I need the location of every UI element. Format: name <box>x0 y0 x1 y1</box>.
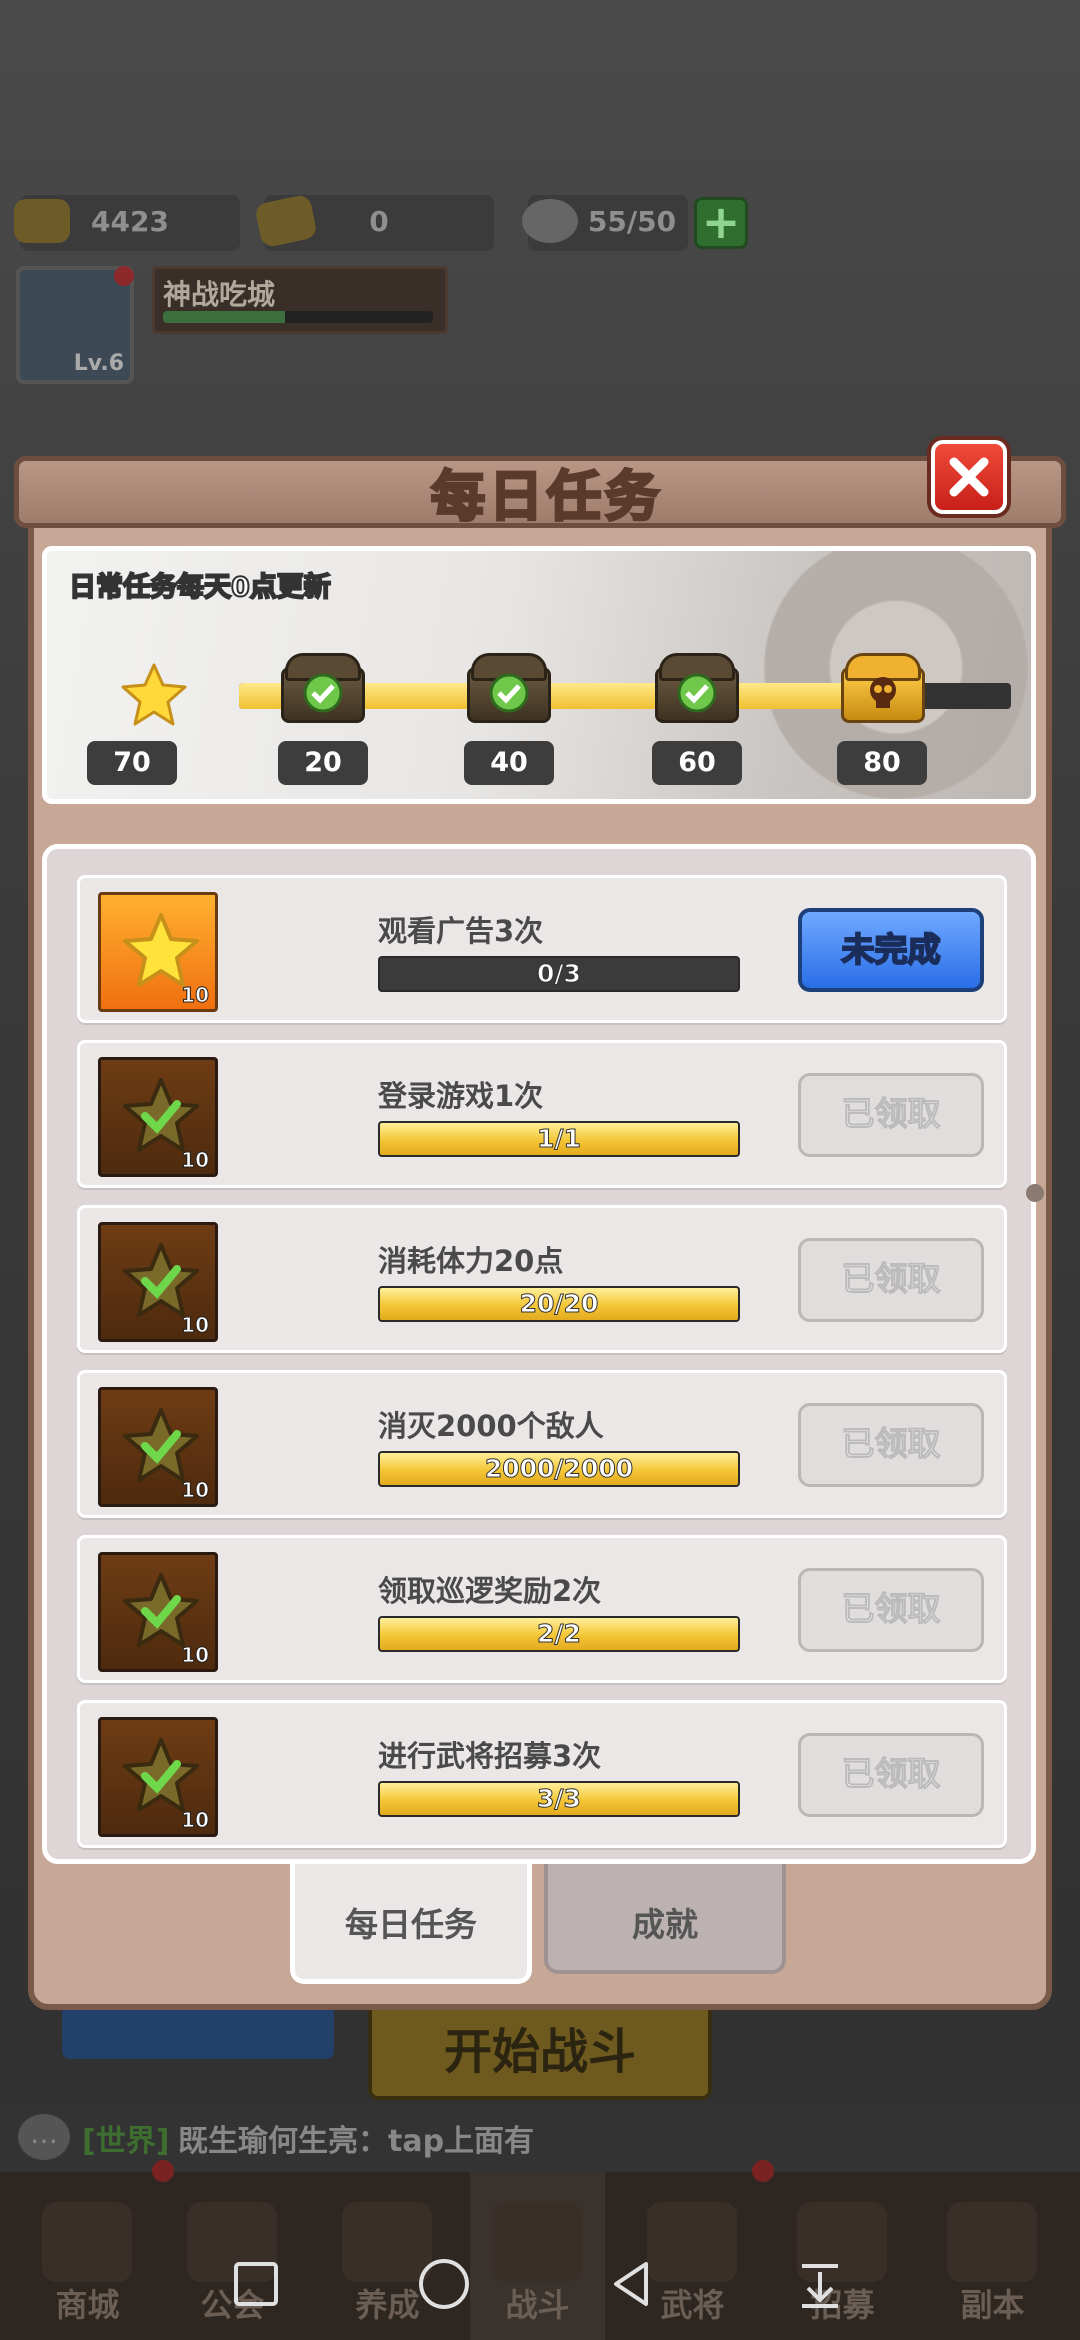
milestone-chest-80[interactable] <box>841 649 925 723</box>
title-plate: 每日任务 <box>360 452 734 538</box>
task-name: 进行武将招募3次 <box>378 1739 602 1773</box>
reward-star-icon: 10 <box>98 1057 218 1177</box>
reward-quantity: 10 <box>181 1478 210 1503</box>
claimed-button[interactable]: 已领取 <box>798 1733 984 1817</box>
claimed-button[interactable]: 已领取 <box>798 1403 984 1487</box>
player-name-box: 神战吃城 <box>152 266 448 334</box>
home-button[interactable] <box>412 2252 476 2316</box>
close-button[interactable] <box>931 440 1007 514</box>
system-nav-bar <box>0 2230 1080 2340</box>
task-row: 10 观看广告3次 0/3 未完成 <box>77 875 1007 1023</box>
task-name: 观看广告3次 <box>378 914 544 948</box>
milestone-chest-20[interactable] <box>281 649 365 723</box>
daily-tasks-dialog: 每日任务 日常任务每天0点更新 70 20 40 60 80 10 观看广告3次… <box>14 440 1066 2010</box>
reward-quantity: 10 <box>181 1313 210 1338</box>
star-icon <box>123 913 199 987</box>
chat-bubble-icon: … <box>18 2114 70 2160</box>
reward-star-icon: 10 <box>98 1387 218 1507</box>
reward-star-icon: 10 <box>98 1717 218 1837</box>
start-battle-button: 开始战斗 <box>368 2000 712 2100</box>
tab-achievements[interactable]: 成就 <box>544 1864 786 1974</box>
add-stamina-button[interactable]: + <box>694 197 748 249</box>
scroll-indicator <box>1026 1184 1044 1202</box>
check-icon <box>141 1430 181 1464</box>
task-progress-bar: 3/3 <box>378 1781 740 1817</box>
milestone-points: 60 <box>652 741 742 785</box>
task-progress-text: 2/2 <box>537 1619 582 1649</box>
reward-star-icon: 10 <box>98 892 218 1012</box>
check-icon <box>141 1760 181 1794</box>
task-progress-bar: 2/2 <box>378 1616 740 1652</box>
skull-icon <box>859 669 907 717</box>
task-name: 领取巡逻奖励2次 <box>378 1574 602 1608</box>
ticket-value: 0 <box>369 205 389 238</box>
milestone-chest-60[interactable] <box>655 649 739 723</box>
check-icon <box>299 669 347 717</box>
milestone-points: 20 <box>278 741 368 785</box>
task-progress-bar: 0/3 <box>378 956 740 992</box>
task-progress-text: 0/3 <box>537 959 582 989</box>
task-progress-bar: 20/20 <box>378 1286 740 1322</box>
reward-quantity: 10 <box>181 1148 210 1173</box>
reward-quantity: 10 <box>181 983 210 1008</box>
star-points-icon <box>121 663 187 726</box>
check-icon <box>141 1100 181 1134</box>
reward-star-icon: 10 <box>98 1222 218 1342</box>
task-list[interactable]: 10 观看广告3次 0/3 未完成 10 登录游戏1次 1/1 已领取 10 消耗体力20点 20/… <box>42 844 1036 1864</box>
chat-channel: [世界] <box>82 2124 170 2159</box>
task-row: 10 进行武将招募3次 3/3 已领取 <box>77 1700 1007 1848</box>
task-progress-bar: 2000/2000 <box>378 1451 740 1487</box>
player-avatar[interactable]: Lv.6 <box>16 266 134 384</box>
chat-message: 既生瑜何生亮：tap上面有 <box>178 2124 535 2159</box>
task-progress-text: 20/20 <box>519 1289 599 1319</box>
task-row: 10 登录游戏1次 1/1 已领取 <box>77 1040 1007 1188</box>
recent-apps-button[interactable] <box>224 2252 288 2316</box>
milestone-chest-40[interactable] <box>467 649 551 723</box>
milestone-points: 40 <box>464 741 554 785</box>
notification-dot <box>114 266 134 286</box>
dialog-title: 每日任务 <box>430 464 663 530</box>
back-button[interactable] <box>600 2252 664 2316</box>
check-icon <box>141 1265 181 1299</box>
milestone-points: 80 <box>837 741 927 785</box>
reward-quantity: 10 <box>181 1643 210 1668</box>
claimed-button[interactable]: 已领取 <box>798 1073 984 1157</box>
claimed-button[interactable]: 已领取 <box>798 1568 984 1652</box>
stamina-value: 55/50 <box>587 205 677 238</box>
task-progress-text: 2000/2000 <box>484 1454 634 1484</box>
player-name: 神战吃城 <box>163 278 276 311</box>
current-points: 70 <box>87 741 177 785</box>
stamina-resource: 55/50 <box>522 195 688 251</box>
check-icon <box>141 1595 181 1629</box>
close-icon <box>949 457 989 497</box>
notification-dot <box>152 2160 174 2182</box>
task-row: 10 消耗体力20点 20/20 已领取 <box>77 1205 1007 1353</box>
task-row: 10 消灭2000个敌人 2000/2000 已领取 <box>77 1370 1007 1518</box>
task-name: 登录游戏1次 <box>378 1079 544 1113</box>
exp-bar <box>163 311 433 323</box>
reward-quantity: 10 <box>181 1808 210 1833</box>
player-level: Lv.6 <box>73 351 124 376</box>
check-icon <box>673 669 721 717</box>
gold-value: 4423 <box>91 205 169 238</box>
check-icon <box>485 669 533 717</box>
task-name: 消耗体力20点 <box>378 1244 564 1278</box>
incomplete-button[interactable]: 未完成 <box>798 908 984 992</box>
tab-daily-tasks[interactable]: 每日任务 <box>290 1864 532 1984</box>
background-blue-button <box>62 2005 334 2059</box>
gold-resource: 4423 <box>14 195 240 251</box>
task-progress-bar: 1/1 <box>378 1121 740 1157</box>
points-banner: 日常任务每天0点更新 70 20 40 60 80 <box>42 546 1036 804</box>
dropdown-arrow-icon[interactable] <box>788 2252 852 2316</box>
task-progress-text: 1/1 <box>537 1124 582 1154</box>
task-name: 消灭2000个敌人 <box>378 1409 604 1443</box>
claimed-button[interactable]: 已领取 <box>798 1238 984 1322</box>
task-progress-text: 3/3 <box>537 1784 582 1814</box>
ticket-resource: 0 <box>254 193 494 251</box>
notification-dot <box>752 2160 774 2182</box>
reset-note: 日常任务每天0点更新 <box>68 571 332 604</box>
reward-star-icon: 10 <box>98 1552 218 1672</box>
task-row: 10 领取巡逻奖励2次 2/2 已领取 <box>77 1535 1007 1683</box>
